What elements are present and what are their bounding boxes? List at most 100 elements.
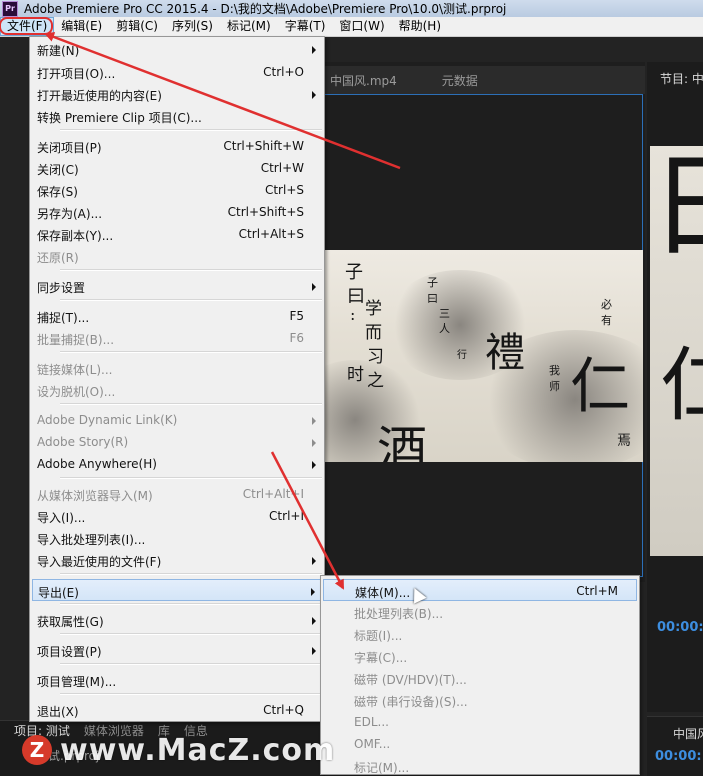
- file-menu-item[interactable]: 导出(E): [32, 579, 322, 601]
- watermark: Z www.MacZ.com: [22, 730, 335, 770]
- file-menu-item[interactable]: 另存为(A)... Ctrl+Shift+S: [32, 201, 322, 223]
- menu-separator: [60, 693, 322, 695]
- submenu-arrow-icon: [312, 461, 316, 469]
- menu-title[interactable]: 字幕(T): [278, 17, 333, 36]
- menu-separator: [60, 129, 322, 131]
- file-menu-item[interactable]: 打开项目(O)... Ctrl+O: [32, 61, 322, 83]
- file-menu-item[interactable]: 新建(N): [32, 38, 322, 60]
- export-submenu-item[interactable]: 标记(M)...: [323, 755, 637, 774]
- menu-item-label: 标题(I)...: [354, 629, 403, 643]
- menu-item-shortcut: F5: [289, 309, 304, 323]
- export-submenu-item[interactable]: 字幕(C)...: [323, 645, 637, 667]
- menu-separator: [60, 573, 322, 575]
- file-menu-item[interactable]: 保存(S) Ctrl+S: [32, 179, 322, 201]
- menu-separator: [60, 269, 322, 271]
- menu-clip[interactable]: 剪辑(C): [109, 17, 165, 36]
- window-title: Adobe Premiere Pro CC 2015.4 - D:\我的文档\A…: [24, 2, 507, 16]
- menu-item-label: 保存副本(Y)...: [37, 229, 114, 243]
- file-menu-item[interactable]: 打开最近使用的内容(E): [32, 83, 322, 105]
- menu-edit[interactable]: 编辑(E): [54, 17, 109, 36]
- menu-window[interactable]: 窗口(W): [332, 17, 391, 36]
- export-submenu-item[interactable]: EDL...: [323, 711, 637, 733]
- tab-metadata[interactable]: 元数据: [442, 72, 478, 89]
- title-bar: Pr Adobe Premiere Pro CC 2015.4 - D:\我的文…: [0, 0, 703, 18]
- export-submenu-item[interactable]: 批处理列表(B)...: [323, 601, 637, 623]
- submenu-arrow-icon: [312, 91, 316, 99]
- export-submenu-item[interactable]: 磁带 (串行设备)(S)...: [323, 689, 637, 711]
- file-menu-item[interactable]: 捕捉(T)... F5: [32, 305, 322, 327]
- export-submenu-item[interactable]: OMF...: [323, 733, 637, 755]
- menu-separator: [60, 633, 322, 635]
- calligraphy-glyph: 而: [365, 323, 382, 343]
- file-menu-item[interactable]: 退出(X) Ctrl+Q: [32, 699, 322, 721]
- tab-program[interactable]: 节目: 中: [660, 70, 703, 87]
- file-menu-item[interactable]: 批量捕捉(B)... F6: [32, 327, 322, 349]
- program-timecode[interactable]: 00:00:: [657, 620, 703, 635]
- file-menu-item[interactable]: 项目管理(M)...: [32, 669, 322, 691]
- menu-item-label: 项目设置(P): [37, 645, 102, 659]
- menu-item-shortcut: Ctrl+Shift+S: [227, 205, 304, 219]
- menu-separator: [60, 603, 322, 605]
- file-menu-item[interactable]: 从媒体浏览器导入(M) Ctrl+Alt+I: [32, 483, 322, 505]
- timeline-timecode[interactable]: 00:00:: [655, 749, 702, 764]
- calligraphy-glyph: 焉: [617, 433, 631, 449]
- calligraphy-glyph: 三: [439, 307, 450, 320]
- premiere-logo-icon: Pr: [2, 0, 18, 17]
- file-menu-item[interactable]: 转换 Premiere Clip 项目(C)...: [32, 105, 322, 127]
- submenu-arrow-icon: [312, 46, 316, 54]
- menu-item-label: 转换 Premiere Clip 项目(C)...: [37, 111, 202, 125]
- menu-item-label: Adobe Dynamic Link(K): [37, 413, 178, 427]
- export-submenu-item[interactable]: 磁带 (DV/HDV)(T)...: [323, 667, 637, 689]
- menu-item-shortcut: Ctrl+M: [576, 584, 618, 598]
- watermark-text: www.MacZ.com: [60, 732, 336, 768]
- file-menu-item[interactable]: 导入最近使用的文件(F): [32, 549, 322, 571]
- file-menu-item[interactable]: 导入批处理列表(I)...: [32, 527, 322, 549]
- file-menu-item[interactable]: 项目设置(P): [32, 639, 322, 661]
- calligraphy-glyph: 学: [365, 299, 382, 319]
- calligraphy-glyph: 曰: [654, 146, 703, 266]
- file-menu-item[interactable]: 还原(R): [32, 245, 322, 267]
- file-menu-item[interactable]: 保存副本(Y)... Ctrl+Alt+S: [32, 223, 322, 245]
- file-menu-item[interactable]: 获取属性(G): [32, 609, 322, 631]
- submenu-arrow-icon: [312, 439, 316, 447]
- submenu-arrow-icon: [312, 617, 316, 625]
- file-menu-item[interactable]: 设为脱机(O)...: [32, 379, 322, 401]
- calligraphy-glyph: 子: [427, 276, 438, 289]
- file-menu-item[interactable]: Adobe Anywhere(H): [32, 453, 322, 475]
- calligraphy-glyph: 行: [457, 350, 467, 361]
- menu-marker[interactable]: 标记(M): [220, 17, 278, 36]
- tab-source-clip[interactable]: 中国风.mp4: [330, 72, 397, 89]
- calligraphy-glyph: 子: [345, 262, 363, 283]
- source-monitor-tabs: 中国风.mp4 元数据: [325, 66, 645, 94]
- file-menu-item[interactable]: 关闭(C) Ctrl+W: [32, 157, 322, 179]
- file-menu-item[interactable]: 同步设置: [32, 275, 322, 297]
- tab-timeline[interactable]: 中国风: [673, 725, 703, 742]
- menu-item-label: 关闭项目(P): [37, 141, 102, 155]
- menu-item-shortcut: Ctrl+Shift+W: [223, 139, 304, 153]
- file-menu-item[interactable]: 关闭项目(P) Ctrl+Shift+W: [32, 135, 322, 157]
- export-submenu-item[interactable]: 标题(I)...: [323, 623, 637, 645]
- menu-item-shortcut: Ctrl+S: [264, 183, 304, 197]
- submenu-arrow-icon: [312, 557, 316, 565]
- export-submenu: 媒体(M)... Ctrl+M 批处理列表(B)... 标题(I)... 字幕(C)..…: [320, 575, 640, 775]
- calligraphy-glyph: 禮: [485, 330, 525, 376]
- file-menu-item[interactable]: Adobe Story(R): [32, 431, 322, 453]
- menu-help[interactable]: 帮助(H): [392, 17, 448, 36]
- export-submenu-item[interactable]: 媒体(M)... Ctrl+M: [323, 579, 637, 601]
- submenu-arrow-icon: [312, 283, 316, 291]
- menu-file[interactable]: 文件(F): [0, 17, 55, 36]
- menu-item-label: 捕捉(T)...: [37, 311, 90, 325]
- menu-item-label: Adobe Anywhere(H): [37, 457, 157, 471]
- menu-sequence[interactable]: 序列(S): [165, 17, 220, 36]
- menu-item-label: 导入(I)...: [37, 511, 86, 525]
- file-menu-item[interactable]: Adobe Dynamic Link(K): [32, 409, 322, 431]
- menu-item-label: 打开项目(O)...: [37, 67, 116, 81]
- submenu-arrow-icon: [312, 647, 316, 655]
- file-menu-item[interactable]: 导入(I)... Ctrl+I: [32, 505, 322, 527]
- calligraphy-glyph: 有: [601, 314, 612, 327]
- file-menu-item[interactable]: 链接媒体(L)...: [32, 357, 322, 379]
- menu-item-shortcut: Ctrl+Alt+S: [238, 227, 304, 241]
- menu-bar: 文件(F) 编辑(E) 剪辑(C) 序列(S) 标记(M) 字幕(T) 窗口(W…: [0, 17, 703, 37]
- menu-item-label: 设为脱机(O)...: [37, 385, 116, 399]
- timeline-panel: 中国风 00:00:: [647, 716, 703, 776]
